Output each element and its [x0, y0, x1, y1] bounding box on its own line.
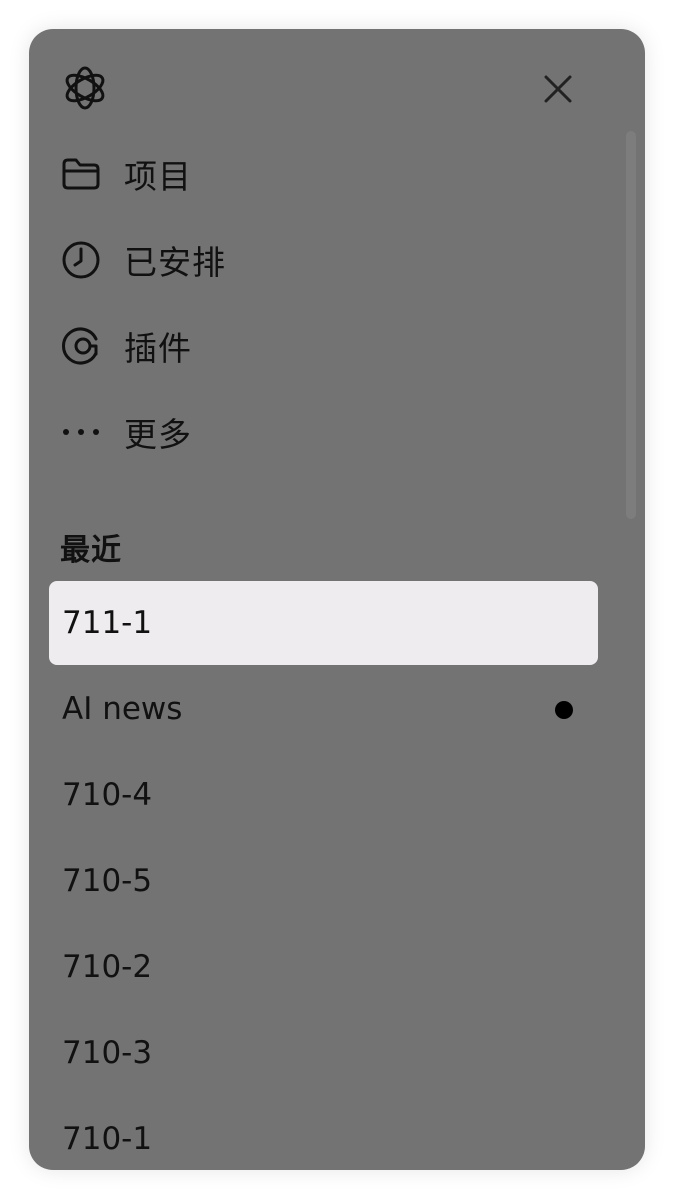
unread-dot-icon: [555, 701, 573, 719]
clock-icon: [60, 237, 106, 283]
close-icon: [544, 75, 572, 103]
recent-item-label: 710-5: [62, 863, 153, 899]
nav-label-more: 更多: [124, 415, 192, 454]
nav-label-scheduled: 已安排: [124, 243, 226, 282]
plugin-icon: [60, 323, 106, 369]
nav-label-plugins: 插件: [124, 329, 192, 368]
nav-item-projects[interactable]: 项目: [60, 144, 600, 204]
recent-item-label: 710-2: [62, 949, 153, 985]
openai-logo-icon[interactable]: [60, 63, 110, 113]
close-button[interactable]: [538, 69, 578, 109]
recent-item-label: AI news: [62, 691, 183, 727]
recent-item-label: 711-1: [62, 605, 153, 641]
recent-item[interactable]: 710-3: [49, 1011, 598, 1095]
recent-item[interactable]: 711-1: [49, 581, 598, 665]
scrollbar[interactable]: [626, 131, 636, 519]
recent-item[interactable]: 710-4: [49, 753, 598, 837]
nav-item-more[interactable]: 更多: [60, 402, 600, 462]
recent-item-label: 710-4: [62, 777, 153, 813]
sidebar-drawer: 项目 已安排 插件 更多 最近 711-1 AI news 710-4 710-…: [29, 29, 645, 1170]
folder-icon: [60, 151, 106, 197]
nav-label-projects: 项目: [124, 157, 192, 196]
recent-item[interactable]: 710-5: [49, 839, 598, 923]
recent-item-label: 710-3: [62, 1035, 153, 1071]
recent-section-title: 最近: [60, 533, 122, 568]
nav-item-scheduled[interactable]: 已安排: [60, 230, 600, 290]
recent-item-label: 710-1: [62, 1121, 153, 1157]
nav-item-plugins[interactable]: 插件: [60, 316, 600, 376]
recent-item[interactable]: 710-1: [49, 1097, 598, 1170]
more-icon: [60, 409, 106, 455]
recent-item[interactable]: 710-2: [49, 925, 598, 1009]
recent-item[interactable]: AI news: [49, 667, 598, 751]
